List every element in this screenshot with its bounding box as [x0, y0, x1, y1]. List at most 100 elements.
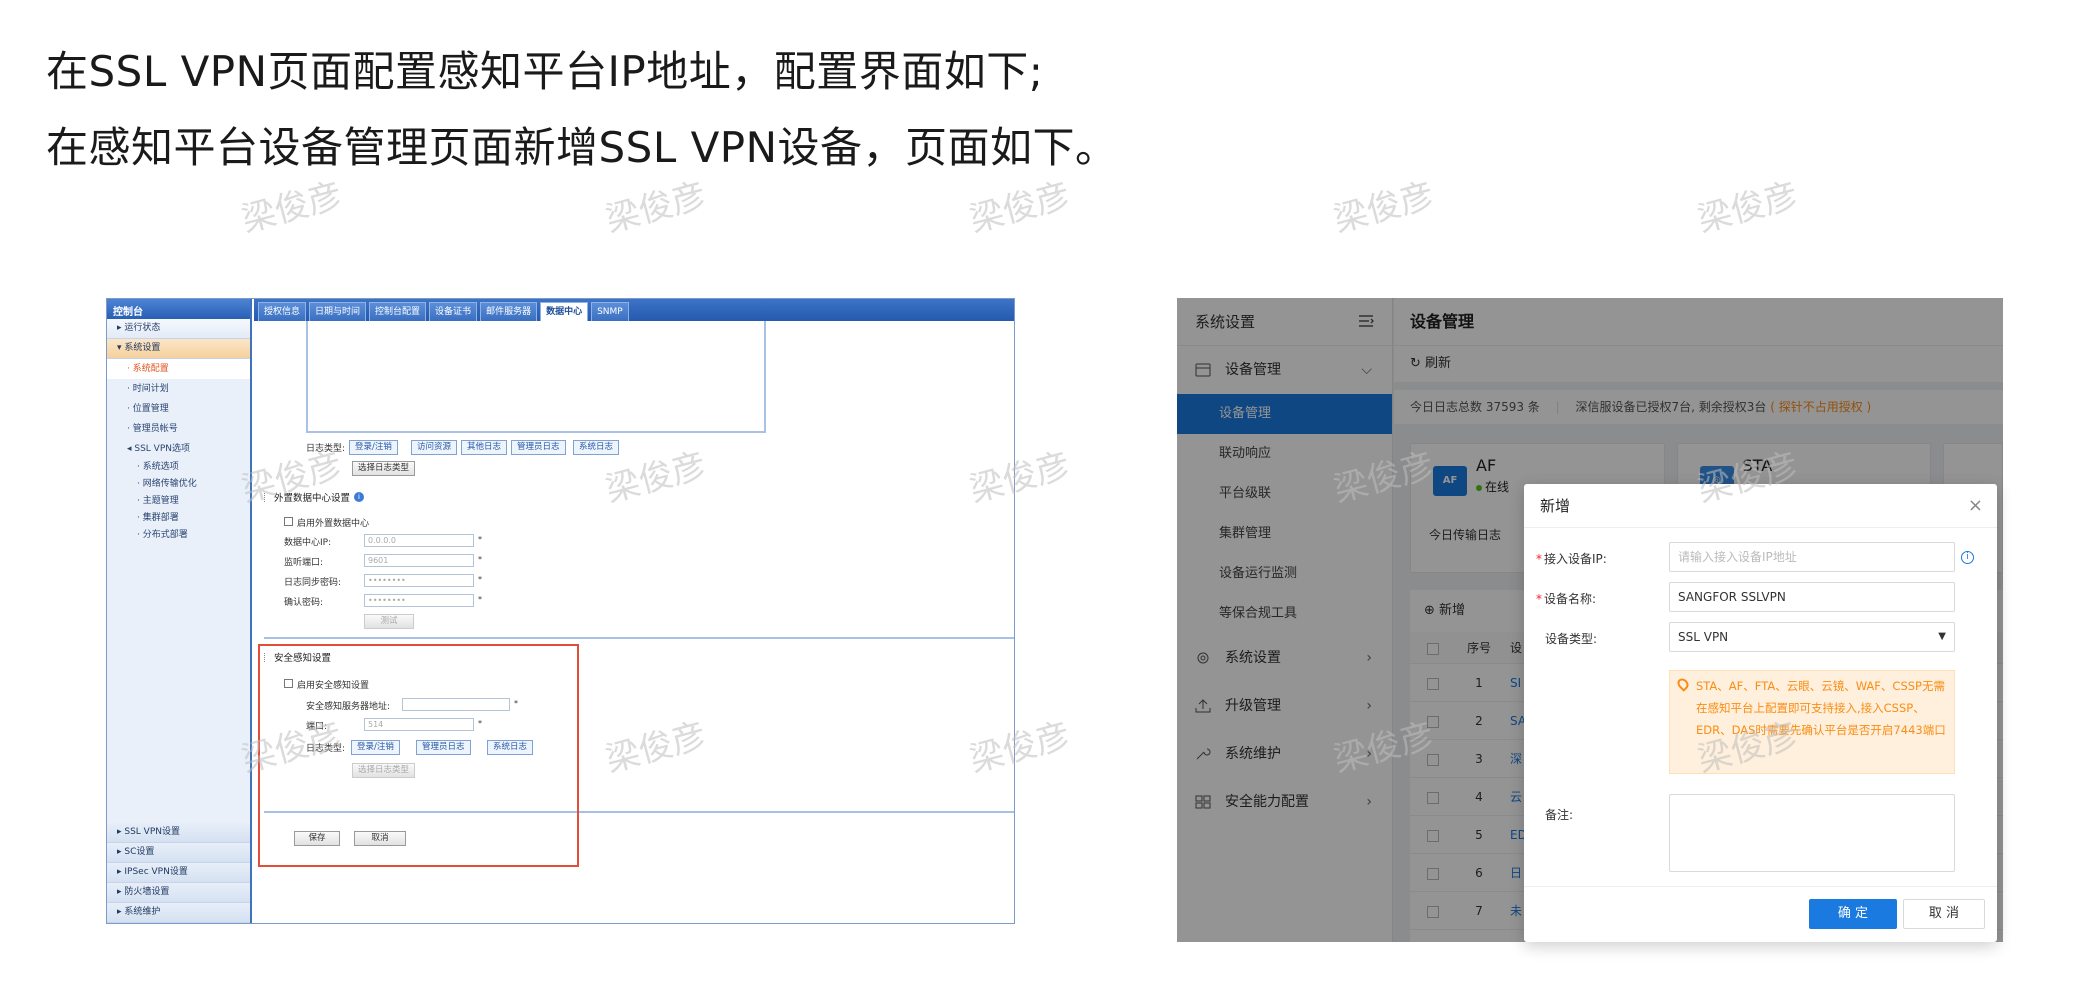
dc-ip-label: 数据中心IP:: [284, 538, 332, 548]
awareness-server-input[interactable]: [402, 698, 510, 711]
dc-port-input[interactable]: 9601: [364, 554, 474, 567]
close-icon[interactable]: ×: [1968, 484, 1983, 528]
dc-confirm-password-input[interactable]: ••••••••: [364, 594, 474, 607]
device-name-input[interactable]: SANGFOR SSLVPN: [1669, 582, 1955, 612]
tab-datetime[interactable]: 日期与时间: [309, 302, 367, 321]
sidebar-subitem-system-config[interactable]: · 系统配置: [107, 359, 250, 379]
sidebar-item-sslvpn-settings[interactable]: ▸ SSL VPN设置: [107, 823, 250, 843]
log-chip-resource[interactable]: 访问资源: [411, 440, 458, 455]
modal-header: 新增 ×: [1524, 484, 1997, 528]
sidebar-subitem-admin-account[interactable]: · 管理员帐号: [107, 419, 250, 439]
sidebar-item-sc-settings[interactable]: ▸ SC设置: [107, 843, 250, 863]
section-divider: [264, 637, 1014, 639]
device-name-label: * 设备名称:: [1536, 590, 1596, 607]
caret-down-icon: ▼: [1938, 631, 1946, 642]
form-footer-divider: [264, 811, 1014, 813]
required-mark: *: [514, 699, 518, 708]
awareness-server-label: 安全感知服务器地址:: [306, 702, 391, 712]
awareness-select-log-type-button[interactable]: 选择日志类型: [352, 763, 416, 778]
remark-label: 备注:: [1545, 808, 1574, 822]
sidebar-title: 控制台: [107, 299, 250, 319]
enable-security-awareness-label: 启用安全感知设置: [297, 681, 370, 691]
cancel-button[interactable]: 取 消: [1903, 899, 1985, 929]
select-log-type-button[interactable]: 选择日志类型: [352, 461, 416, 476]
dc-ip-input[interactable]: 0.0.0.0: [364, 534, 474, 547]
log-chip-system[interactable]: 系统日志: [573, 440, 620, 455]
sidebar-item-system-settings[interactable]: ▾ 系统设置: [107, 339, 250, 359]
access-note-text: STA、AF、FTA、云眼、云镜、WAF、CSSP无需在感知平台上配置即可支持接…: [1696, 679, 1946, 737]
awareness-log-chip-admin[interactable]: 管理员日志: [416, 740, 471, 755]
security-awareness-section-header[interactable]: 安全感知设置: [264, 649, 331, 665]
log-chip-other[interactable]: 其他日志: [461, 440, 508, 455]
dc-test-button[interactable]: 测试: [364, 614, 414, 629]
save-button[interactable]: 保存: [294, 831, 340, 846]
device-name-label-text: 设备名称:: [1544, 592, 1597, 606]
sidebar-item-ipsec-settings[interactable]: ▸ IPSec VPN设置: [107, 863, 250, 883]
sidebar-subitem-system-options[interactable]: · 系统选项: [107, 459, 250, 476]
required-mark: *: [478, 535, 482, 544]
required-mark: *: [1536, 592, 1542, 606]
dc-sync-password-input[interactable]: ••••••••: [364, 574, 474, 587]
sidebar-subitem-network-optimization[interactable]: · 网络传输优化: [107, 476, 250, 493]
section-toggle-icon: [264, 652, 270, 662]
modal-footer: 确 定 取 消: [1524, 886, 1997, 942]
dc-confirm-password-label: 确认密码:: [284, 598, 324, 608]
sidebar-subitem-theme[interactable]: · 主题管理: [107, 493, 250, 510]
sidebar-item-status[interactable]: ▸ 运行状态: [107, 319, 250, 339]
device-type-value: SSL VPN: [1678, 630, 1729, 644]
sidebar-subitem-sslvpn-options[interactable]: ◂ SSL VPN选项: [107, 439, 250, 459]
tab-console-config[interactable]: 控制台配置: [369, 302, 427, 321]
watermark: 梁俊彦: [1329, 175, 1439, 241]
sidebar-bottom-group: ▸ SSL VPN设置 ▸ SC设置 ▸ IPSec VPN设置 ▸ 防火墙设置…: [107, 823, 250, 923]
sidebar-subitem-cluster[interactable]: · 集群部署: [107, 510, 250, 527]
enable-external-dc-checkbox[interactable]: [284, 517, 293, 526]
watermark: 梁俊彦: [601, 175, 711, 241]
slide: 在SSL VPN页面配置感知平台IP地址，配置界面如下; 在感知平台设备管理页面…: [0, 0, 2078, 983]
log-preview-area[interactable]: [306, 321, 766, 433]
external-dc-section-header[interactable]: 外置数据中心设置 i: [264, 489, 365, 505]
required-mark: *: [1536, 552, 1542, 566]
access-note: STA、AF、FTA、云眼、云镜、WAF、CSSP无需在感知平台上配置即可支持接…: [1669, 670, 1955, 774]
location-pin-icon: [1675, 676, 1691, 692]
security-awareness-title: 安全感知设置: [274, 653, 332, 664]
watermark: 梁俊彦: [965, 175, 1075, 241]
required-mark: *: [478, 555, 482, 564]
log-type-label: 日志类型:: [306, 444, 346, 454]
awareness-log-type-label: 日志类型:: [306, 744, 346, 754]
watermark: 梁俊彦: [1693, 175, 1803, 241]
remark-textarea[interactable]: [1669, 794, 1955, 872]
device-ip-label: * 接入设备IP:: [1536, 550, 1607, 567]
tab-snmp[interactable]: SNMP: [591, 302, 629, 321]
watermark: 梁俊彦: [237, 175, 347, 241]
tab-device-cert[interactable]: 设备证书: [429, 302, 478, 321]
modal-title: 新增: [1540, 497, 1571, 515]
sidebar-item-firewall-settings[interactable]: ▸ 防火墙设置: [107, 883, 250, 903]
device-ip-input[interactable]: 请输入接入设备IP地址: [1669, 542, 1955, 572]
dc-sync-password-label: 日志同步密码:: [284, 578, 342, 588]
awareness-log-chip-login[interactable]: 登录/注销: [351, 740, 400, 755]
enable-security-awareness-checkbox[interactable]: [284, 679, 293, 688]
tab-data-center[interactable]: 数据中心: [540, 302, 589, 321]
log-chip-login[interactable]: 登录/注销: [349, 440, 398, 455]
sidebar-subitem-location[interactable]: · 位置管理: [107, 399, 250, 419]
section-toggle-icon: [264, 492, 270, 502]
headline-line-2: 在感知平台设备管理页面新增SSL VPN设备，页面如下。: [46, 123, 1118, 172]
info-icon[interactable]: i: [354, 492, 365, 502]
sidebar-subitem-time-plan[interactable]: · 时间计划: [107, 379, 250, 399]
log-chip-admin[interactable]: 管理员日志: [511, 440, 566, 455]
sidebar-item-system-maintenance[interactable]: ▸ 系统维护: [107, 903, 250, 923]
confirm-button[interactable]: 确 定: [1809, 899, 1897, 929]
awareness-log-chip-system[interactable]: 系统日志: [487, 740, 534, 755]
tab-bar: 授权信息 日期与时间 控制台配置 设备证书 邮件服务器 数据中心 SNMP: [254, 299, 1014, 321]
device-type-select[interactable]: SSL VPN ▼: [1669, 622, 1955, 652]
cancel-button[interactable]: 取消: [354, 831, 406, 846]
required-mark: *: [478, 575, 482, 584]
sidebar-subitem-distributed[interactable]: · 分布式部署: [107, 527, 250, 544]
info-icon[interactable]: i: [1961, 551, 1974, 564]
device-ip-label-text: 接入设备IP:: [1544, 552, 1607, 566]
tab-license[interactable]: 授权信息: [258, 302, 307, 321]
required-mark: *: [478, 595, 482, 604]
awareness-port-input[interactable]: 514: [364, 718, 474, 731]
external-dc-title: 外置数据中心设置: [274, 493, 351, 504]
tab-mail-server[interactable]: 邮件服务器: [480, 302, 538, 321]
